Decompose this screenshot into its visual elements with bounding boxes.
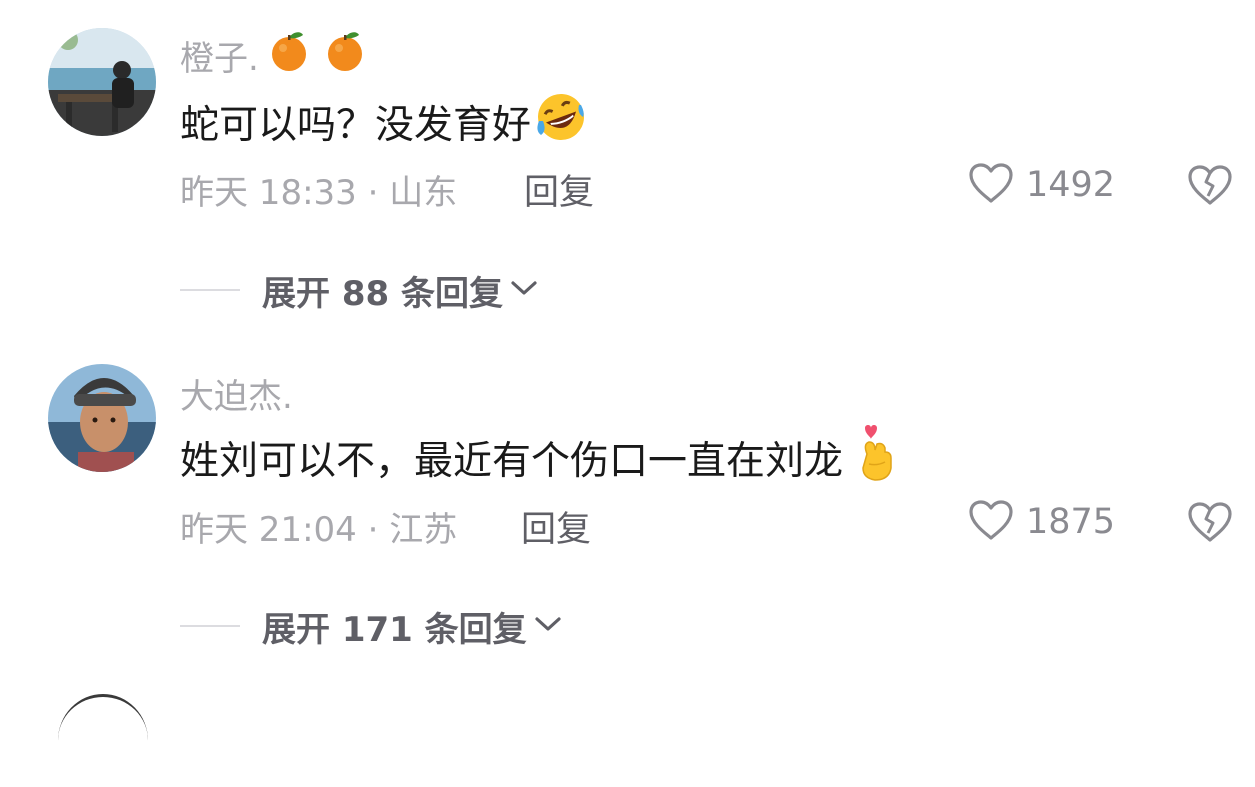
like-count: 1875 [1026,502,1116,542]
heart-icon [968,162,1014,208]
dislike-button[interactable] [1187,501,1233,547]
expand-replies-button[interactable]: 展开 171 条回复 [180,604,563,650]
heart-icon [968,499,1014,545]
username-text: 大迫杰. [180,376,293,417]
comment-item: 橙子. 蛇可以吗？没发育好 昨天 18:33 · 山东 回复 1492 展开 8… [0,0,1255,330]
comment-text-content: 姓刘可以不，最近有个伤口一直在刘龙 [180,439,844,484]
expand-replies-label: 展开 171 条回复 [262,609,527,650]
username[interactable]: 橙子. [180,31,365,79]
avatar[interactable] [48,364,156,472]
expand-replies-label: 展开 88 条回复 [262,273,503,314]
dislike-button[interactable] [1187,164,1233,210]
chevron-down-icon [533,614,563,638]
reply-button[interactable]: 回复 [524,164,594,215]
like-button[interactable]: 1492 [968,162,1115,208]
tangerine-icon [325,29,365,82]
username[interactable]: 大迫杰. [180,370,293,417]
rolling-laughing-icon [533,91,589,153]
username-text: 橙子. [180,38,259,79]
expand-divider [180,289,240,291]
avatar[interactable] [48,28,156,136]
comment-item: 大迫杰. 姓刘可以不，最近有个伤口一直在刘龙 昨天 21:04 · 江苏 回复 … [0,336,1255,666]
expand-divider [180,625,240,627]
comment-text: 姓刘可以不，最近有个伤口一直在刘龙 [180,425,897,486]
time-location: 昨天 18:33 · 山东 [180,173,458,213]
broken-heart-icon [1187,165,1233,210]
like-button[interactable]: 1875 [968,499,1115,545]
next-comment-avatar [58,694,148,787]
like-count: 1492 [1026,165,1116,205]
finger-heart-icon [857,424,897,492]
broken-heart-icon [1187,502,1233,547]
chevron-down-icon [509,278,539,302]
comment-text: 蛇可以吗？没发育好 [180,94,589,150]
time-location: 昨天 21:04 · 江苏 [180,510,458,550]
comment-text-content: 蛇可以吗？没发育好 [180,103,532,148]
expand-replies-button[interactable]: 展开 88 条回复 [180,268,539,314]
reply-button[interactable]: 回复 [521,501,591,552]
tangerine-icon [269,29,309,82]
